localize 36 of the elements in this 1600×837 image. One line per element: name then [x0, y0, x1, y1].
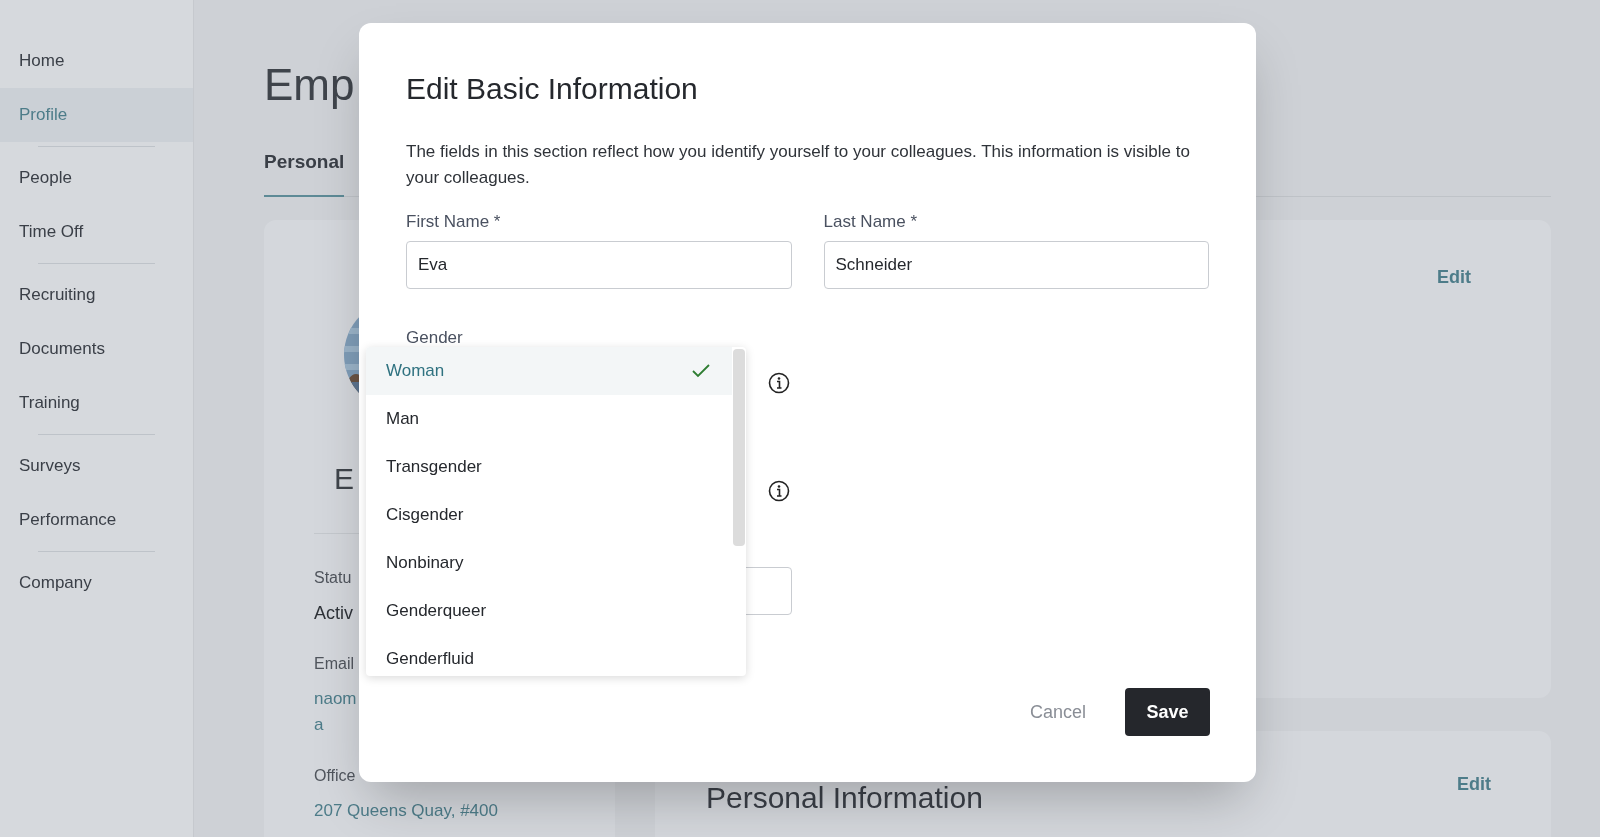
info-icon — [768, 480, 790, 502]
dropdown-option[interactable]: Transgender — [366, 443, 732, 491]
field-label: Email — [314, 653, 354, 674]
page-title: Emp — [264, 59, 355, 111]
tab[interactable]: Personal — [264, 148, 345, 197]
first-name-field[interactable]: Eva — [406, 240, 792, 289]
field-label: First Name * — [406, 211, 501, 233]
last-name-field[interactable]: Schneider — [823, 240, 1209, 289]
sidebar-item[interactable]: Recruiting — [0, 268, 193, 322]
sidebar-item[interactable]: Training — [0, 376, 193, 430]
field-value: Activ — [314, 601, 353, 625]
field-label: Last Name * — [823, 211, 918, 233]
dropdown-option[interactable]: Woman — [366, 347, 732, 395]
info-icon — [768, 372, 790, 394]
card-title: Personal Information — [706, 779, 983, 816]
sidebar-item[interactable]: Time Off — [0, 205, 193, 259]
modal-description: The fields in this section reflect how you identify yourself to your colleagues. This information is visible to your colleagues. — [406, 141, 1191, 189]
dropdown-option[interactable]: Genderqueer — [366, 587, 732, 635]
sidebar-item[interactable]: Performance — [0, 493, 193, 547]
modal-title: Edit Basic Information — [406, 71, 698, 107]
scrollbar[interactable] — [733, 349, 745, 546]
sidebar-item[interactable]: Documents — [0, 322, 193, 376]
sidebar-item[interactable]: People — [0, 151, 193, 205]
sidebar-item[interactable]: Home — [0, 34, 193, 88]
field-label: Office — [314, 765, 356, 786]
dropdown-option[interactable]: Cisgender — [366, 491, 732, 539]
dropdown-option[interactable]: Nonbinary — [366, 539, 732, 587]
dropdown-option[interactable]: Genderfluid — [366, 635, 732, 676]
field-label: Gender — [406, 326, 463, 349]
dropdown-option[interactable]: Man — [366, 395, 732, 443]
employee-name: E — [334, 460, 354, 497]
check-icon — [692, 364, 710, 378]
field-label: Statu — [314, 567, 352, 588]
sidebar-item[interactable]: Surveys — [0, 439, 193, 493]
sidebar-item[interactable]: Company — [0, 556, 193, 610]
save-button[interactable]: Save — [1125, 688, 1210, 736]
